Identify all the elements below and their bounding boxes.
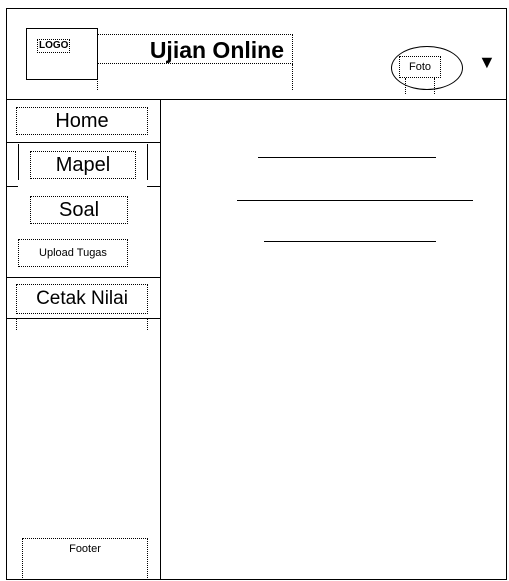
content-placeholder-line xyxy=(237,200,473,201)
nav-divider xyxy=(6,186,18,187)
photo-guide-right xyxy=(434,78,435,94)
triangle-down-icon[interactable]: ▼ xyxy=(478,52,496,72)
nav-guide xyxy=(147,318,148,330)
photo-guide-left xyxy=(405,78,406,94)
logo[interactable]: LOGO xyxy=(26,28,98,80)
footer: Footer xyxy=(22,538,148,580)
nav-divider xyxy=(6,277,161,278)
sidebar-item-upload-tugas[interactable]: Upload Tugas xyxy=(18,239,128,267)
nav-divider xyxy=(147,186,161,187)
sidebar-item-cetak-nilai[interactable]: Cetak Nilai xyxy=(16,284,148,314)
sidebar-item-home[interactable]: Home xyxy=(16,107,148,135)
nav-divider xyxy=(6,142,161,143)
nav-divider xyxy=(6,318,161,319)
content-placeholder-line xyxy=(258,157,436,158)
sidebar-item-soal[interactable]: Soal xyxy=(30,196,128,224)
nav-guide xyxy=(16,318,17,330)
logo-text: LOGO xyxy=(37,39,71,53)
photo-label: Foto xyxy=(399,56,441,78)
sidebar: Home Mapel Soal Upload Tugas Cetak Nilai… xyxy=(6,100,161,580)
title-area: Ujian Online xyxy=(97,34,293,90)
title-guide-left xyxy=(97,64,98,90)
page-title: Ujian Online xyxy=(97,34,293,64)
header: LOGO Ujian Online Foto ▼ xyxy=(6,8,507,100)
content-placeholder-line xyxy=(264,241,436,242)
nav-guide xyxy=(147,144,148,180)
nav-guide xyxy=(18,144,19,180)
title-guide-right xyxy=(292,64,293,90)
sidebar-item-mapel[interactable]: Mapel xyxy=(30,151,136,179)
